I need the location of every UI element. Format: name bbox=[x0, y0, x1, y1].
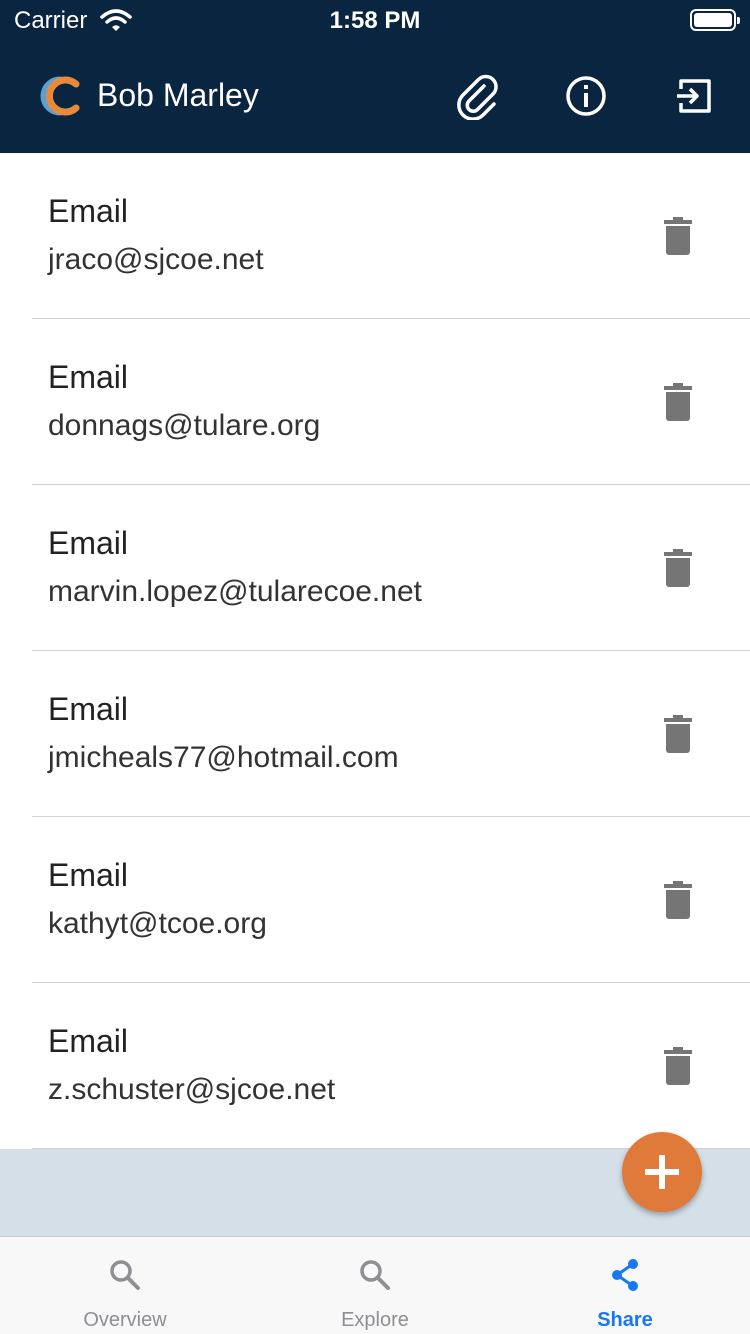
logout-button[interactable] bbox=[668, 70, 720, 122]
item-email: jmicheals77@hotmail.com bbox=[48, 741, 399, 774]
trash-icon bbox=[664, 881, 692, 919]
item-email: marvin.lopez@tularecoe.net bbox=[48, 575, 422, 608]
item-email: kathyt@tcoe.org bbox=[48, 907, 267, 940]
delete-button[interactable] bbox=[658, 1041, 698, 1091]
delete-button[interactable] bbox=[658, 211, 698, 261]
item-label: Email bbox=[48, 1023, 129, 1059]
list-item[interactable]: Email z.schuster@sjcoe.net bbox=[0, 983, 750, 1149]
delete-button[interactable] bbox=[658, 377, 698, 427]
item-label: Email bbox=[48, 193, 129, 229]
tab-label: Explore bbox=[341, 1309, 409, 1331]
trash-icon bbox=[664, 715, 692, 753]
delete-button[interactable] bbox=[658, 875, 698, 925]
item-email: donnags@tulare.org bbox=[48, 409, 321, 442]
trash-icon bbox=[664, 549, 692, 587]
info-button[interactable] bbox=[560, 70, 612, 122]
item-email: jraco@sjcoe.net bbox=[48, 243, 264, 276]
attach-button[interactable] bbox=[452, 70, 504, 122]
paperclip-icon bbox=[457, 74, 498, 120]
tab-label: Share bbox=[597, 1309, 653, 1331]
app-header: Bob Marley bbox=[0, 40, 750, 153]
search-icon bbox=[110, 1260, 140, 1290]
exit-icon bbox=[677, 79, 711, 113]
plus-icon bbox=[645, 1155, 679, 1189]
share-icon bbox=[612, 1259, 638, 1291]
item-email: z.schuster@sjcoe.net bbox=[48, 1073, 336, 1106]
tab-share[interactable]: Share bbox=[500, 1237, 750, 1334]
app-logo-icon bbox=[40, 76, 80, 116]
tab-bar: Overview Explore Share bbox=[0, 1236, 750, 1334]
list-item[interactable]: Email jraco@sjcoe.net bbox=[0, 153, 750, 319]
search-icon bbox=[360, 1260, 390, 1290]
tab-label: Overview bbox=[83, 1309, 167, 1331]
status-bar: Carrier 1:58 PM bbox=[0, 0, 750, 40]
email-list: Email jraco@sjcoe.net Email donnags@tula… bbox=[0, 153, 750, 1149]
info-icon bbox=[566, 76, 606, 116]
trash-icon bbox=[664, 383, 692, 421]
trash-icon bbox=[664, 1047, 692, 1085]
item-label: Email bbox=[48, 525, 129, 561]
trash-icon bbox=[664, 217, 692, 255]
tab-explore[interactable]: Explore bbox=[250, 1237, 500, 1334]
list-item[interactable]: Email jmicheals77@hotmail.com bbox=[0, 651, 750, 817]
delete-button[interactable] bbox=[658, 543, 698, 593]
header-title: Bob Marley bbox=[97, 77, 259, 113]
clock: 1:58 PM bbox=[329, 7, 421, 34]
delete-button[interactable] bbox=[658, 709, 698, 759]
battery-icon bbox=[690, 9, 740, 31]
item-label: Email bbox=[48, 691, 129, 727]
add-email-button[interactable] bbox=[622, 1132, 702, 1212]
tab-overview[interactable]: Overview bbox=[0, 1237, 250, 1334]
item-label: Email bbox=[48, 857, 129, 893]
item-label: Email bbox=[48, 359, 129, 395]
list-item[interactable]: Email marvin.lopez@tularecoe.net bbox=[0, 485, 750, 651]
list-item[interactable]: Email donnags@tulare.org bbox=[0, 319, 750, 485]
list-item[interactable]: Email kathyt@tcoe.org bbox=[0, 817, 750, 983]
